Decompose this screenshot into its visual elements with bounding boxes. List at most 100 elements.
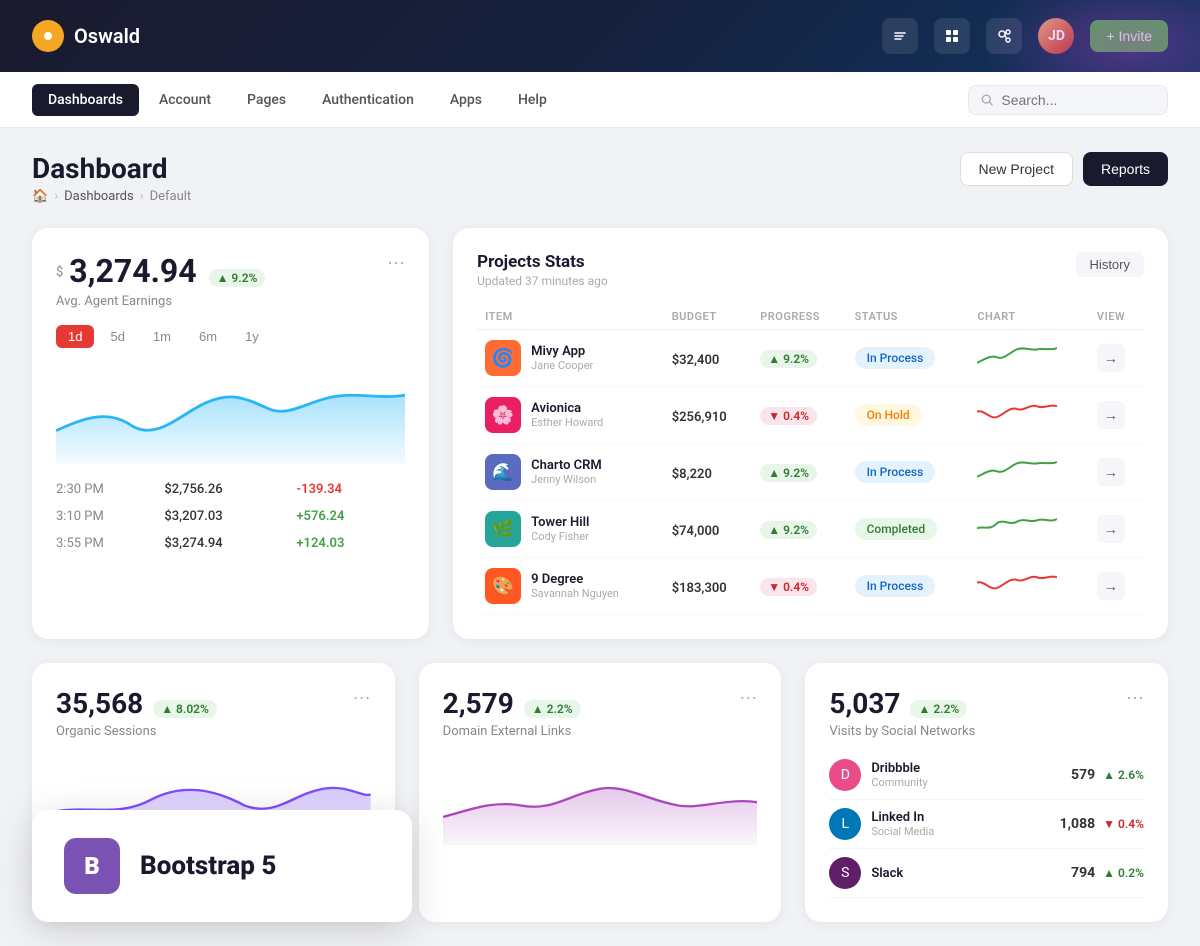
invite-button[interactable]: + Invite	[1090, 20, 1168, 52]
project-name: Avionica	[531, 401, 603, 416]
new-project-button[interactable]: New Project	[960, 152, 1073, 186]
domain-more-button[interactable]: ···	[739, 687, 757, 708]
domain-chart	[443, 755, 758, 845]
organic-label: Organic Sessions	[56, 724, 371, 739]
project-owner: Savannah Nguyen	[531, 587, 619, 600]
period-tab-1y[interactable]: 1y	[233, 325, 271, 348]
project-item: 🌿 Tower Hill Cody Fisher	[485, 511, 656, 547]
social-name: Slack	[871, 866, 1071, 881]
social-label: Visits by Social Networks	[829, 724, 1144, 739]
period-tab-6m[interactable]: 6m	[187, 325, 229, 348]
table-row: 🎨 9 Degree Savannah Nguyen $183,300 ▼ 0.…	[477, 558, 1144, 615]
project-icon: 🌿	[485, 511, 521, 547]
time-cell: 3:55 PM	[56, 530, 164, 557]
progress-badge: ▲ 9.2%	[760, 464, 817, 482]
period-tab-1m[interactable]: 1m	[141, 325, 183, 348]
subnav-item-authentication[interactable]: Authentication	[306, 84, 430, 116]
amount-cell: $3,274.94	[164, 530, 296, 557]
budget-cell: $183,300	[672, 581, 727, 596]
social-icon: S	[829, 857, 861, 889]
period-tab-5d[interactable]: 5d	[98, 325, 136, 348]
social-item: L Linked In Social Media 1,088 ▼ 0.4%	[829, 800, 1144, 849]
social-list: D Dribbble Community 579 ▲ 2.6% L Linked…	[829, 751, 1144, 898]
budget-cell: $74,000	[672, 524, 720, 539]
organic-more-button[interactable]: ···	[353, 687, 371, 708]
social-info: Linked In Social Media	[871, 810, 1059, 838]
project-item: 🌀 Mivy App Jane Cooper	[485, 340, 656, 376]
brand: Oswald	[32, 20, 882, 52]
projects-subtitle: Updated 37 minutes ago	[477, 274, 608, 288]
page-content: Dashboard 🏠 › Dashboards › Default New P…	[0, 128, 1200, 946]
project-item: 🌊 Charto CRM Jenny Wilson	[485, 454, 656, 490]
progress-badge: ▼ 0.4%	[760, 407, 817, 425]
social-icon: D	[829, 759, 861, 791]
topbar-icon-btn-3[interactable]	[986, 18, 1022, 54]
projects-table: ITEM BUDGET PROGRESS STATUS CHART VIEW 🌀…	[477, 304, 1144, 615]
project-name: Charto CRM	[531, 458, 602, 473]
table-row: 🌿 Tower Hill Cody Fisher $74,000 ▲ 9.2% …	[477, 501, 1144, 558]
breadcrumb-current: Default	[150, 189, 192, 204]
social-change: ▼ 0.4%	[1103, 817, 1144, 831]
breadcrumb: 🏠 › Dashboards › Default	[32, 189, 191, 204]
earnings-more-button[interactable]: ···	[387, 252, 405, 273]
social-change: ▲ 2.6%	[1103, 768, 1144, 782]
promo-icon: B	[64, 838, 120, 894]
social-count: 579	[1071, 767, 1095, 783]
amount-cell: $2,756.26	[164, 476, 296, 503]
projects-header: Projects Stats Updated 37 minutes ago Hi…	[477, 252, 1144, 288]
social-type: Community	[871, 776, 1071, 789]
budget-cell: $256,910	[672, 410, 727, 425]
promo-overlay: B Bootstrap 5	[32, 810, 412, 922]
main-grid: $ 3,274.94 ▲ 9.2% ··· Avg. Agent Earning…	[32, 228, 1168, 639]
breadcrumb-dashboards[interactable]: Dashboards	[64, 189, 134, 204]
amount-cell: $3,207.03	[164, 503, 296, 530]
mini-chart	[977, 399, 1057, 427]
social-item: S Slack 794 ▲ 0.2%	[829, 849, 1144, 898]
social-more-button[interactable]: ···	[1126, 687, 1144, 708]
history-button[interactable]: History	[1076, 252, 1144, 277]
subnav-item-pages[interactable]: Pages	[231, 84, 302, 116]
reports-button[interactable]: Reports	[1083, 152, 1168, 186]
subnav: Dashboards Account Pages Authentication …	[0, 72, 1200, 128]
topbar-actions: JD + Invite	[882, 18, 1168, 54]
view-button[interactable]: →	[1097, 515, 1125, 543]
period-tab-1d[interactable]: 1d	[56, 325, 94, 348]
bottom-section: 35,568 ▲ 8.02% ··· Organic Sessions	[32, 663, 1168, 922]
social-count: 1,088	[1060, 816, 1096, 832]
table-row: 🌀 Mivy App Jane Cooper $32,400 ▲ 9.2% In…	[477, 330, 1144, 387]
earnings-currency: $	[56, 265, 63, 280]
project-owner: Esther Howard	[531, 416, 603, 429]
topbar: Oswald JD + Invite	[0, 0, 1200, 72]
status-badge: In Process	[855, 347, 936, 369]
mini-chart	[977, 513, 1057, 541]
view-button[interactable]: →	[1097, 458, 1125, 486]
social-icon: L	[829, 808, 861, 840]
subnav-item-help[interactable]: Help	[502, 84, 563, 116]
brand-icon	[32, 20, 64, 52]
project-item: 🌸 Avionica Esther Howard	[485, 397, 656, 433]
social-info: Dribbble Community	[871, 761, 1071, 789]
mini-chart	[977, 342, 1057, 370]
search-input[interactable]	[1001, 92, 1155, 108]
social-item: D Dribbble Community 579 ▲ 2.6%	[829, 751, 1144, 800]
progress-badge: ▲ 9.2%	[760, 350, 817, 368]
change-cell: +124.03	[296, 530, 405, 557]
subnav-item-dashboards[interactable]: Dashboards	[32, 84, 139, 116]
subnav-item-account[interactable]: Account	[143, 84, 227, 116]
user-avatar[interactable]: JD	[1038, 18, 1074, 54]
project-name: Mivy App	[531, 344, 593, 359]
domain-number: 2,579	[443, 687, 514, 720]
view-button[interactable]: →	[1097, 401, 1125, 429]
view-button[interactable]: →	[1097, 572, 1125, 600]
view-button[interactable]: →	[1097, 344, 1125, 372]
status-badge: Completed	[855, 518, 938, 540]
social-badge: ▲ 2.2%	[910, 700, 967, 718]
page-title: Dashboard	[32, 152, 191, 185]
subnav-item-apps[interactable]: Apps	[434, 84, 498, 116]
projects-title: Projects Stats	[477, 252, 608, 272]
topbar-icon-btn-1[interactable]	[882, 18, 918, 54]
topbar-icon-btn-2[interactable]	[934, 18, 970, 54]
page-header-actions: New Project Reports	[960, 152, 1169, 186]
project-owner: Jenny Wilson	[531, 473, 602, 486]
page-header: Dashboard 🏠 › Dashboards › Default New P…	[32, 152, 1168, 204]
